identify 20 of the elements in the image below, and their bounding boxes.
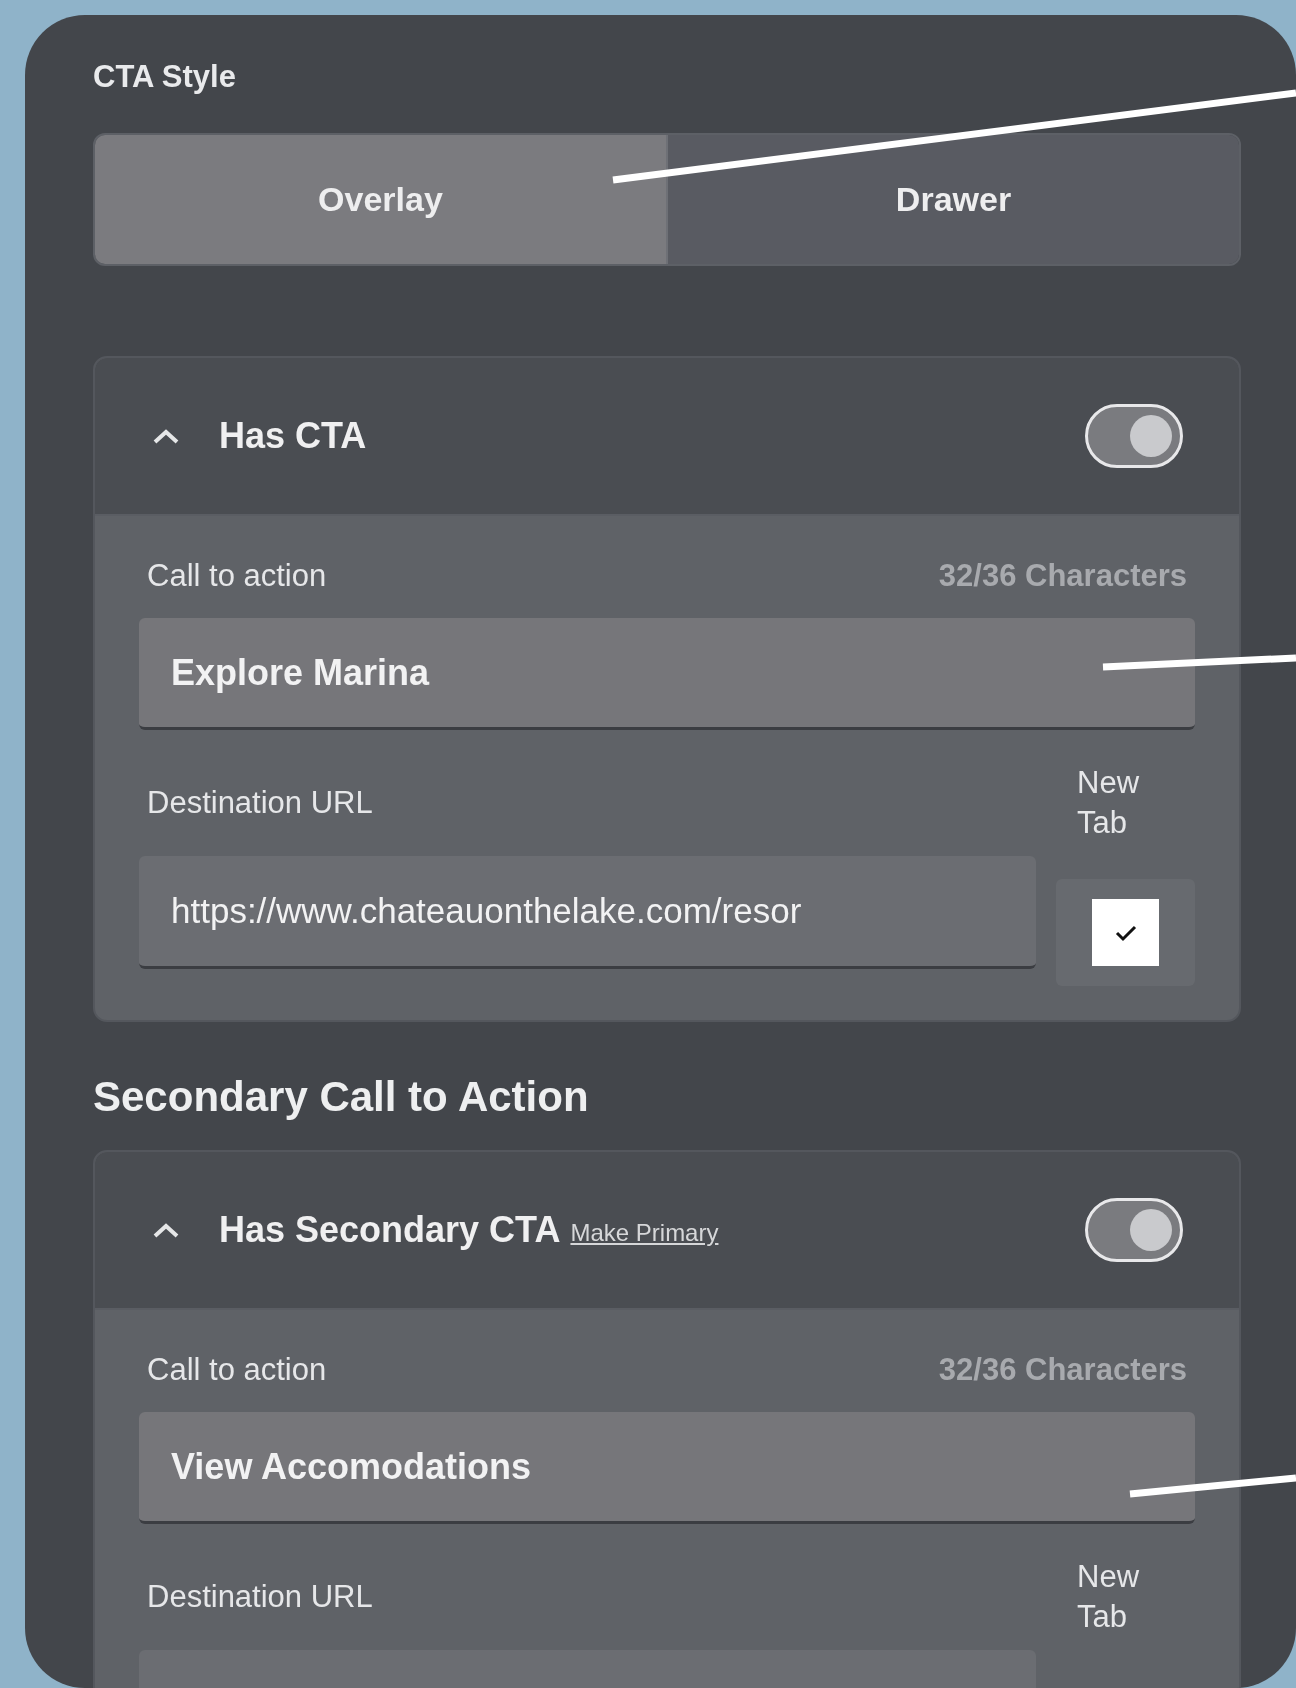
text-field[interactable]: Explore Marina	[139, 618, 1195, 730]
make-primary-link[interactable]: Make Primary	[570, 1215, 719, 1251]
card-title: Has CTA	[219, 414, 367, 458]
section-heading: Secondary Call to Action	[93, 1072, 590, 1122]
text-field[interactable]: View Accomodations	[139, 1412, 1195, 1524]
section-label: CTA Style	[93, 58, 237, 96]
segment-tab[interactable]: Drawer	[666, 135, 1239, 264]
check-icon	[1113, 923, 1138, 942]
new-tab-label: New Tab	[1077, 1558, 1140, 1636]
new-tab-checkbox[interactable]	[1092, 899, 1159, 966]
character-counter: 32/36 Characters	[938, 1350, 1187, 1389]
new-tab-label: New Tab	[1077, 764, 1140, 842]
card-title: Has Secondary CTA	[219, 1208, 561, 1252]
character-counter: 32/36 Characters	[938, 556, 1187, 595]
field-label: Destination URL	[147, 1577, 373, 1616]
url-field[interactable]: https://www.chateauonthelake.com/resor	[139, 856, 1036, 969]
field-label: Call to action	[147, 556, 327, 595]
field-label: Destination URL	[147, 783, 373, 822]
segment-tab[interactable]: Overlay	[95, 135, 666, 264]
field-label: Call to action	[147, 1350, 327, 1389]
